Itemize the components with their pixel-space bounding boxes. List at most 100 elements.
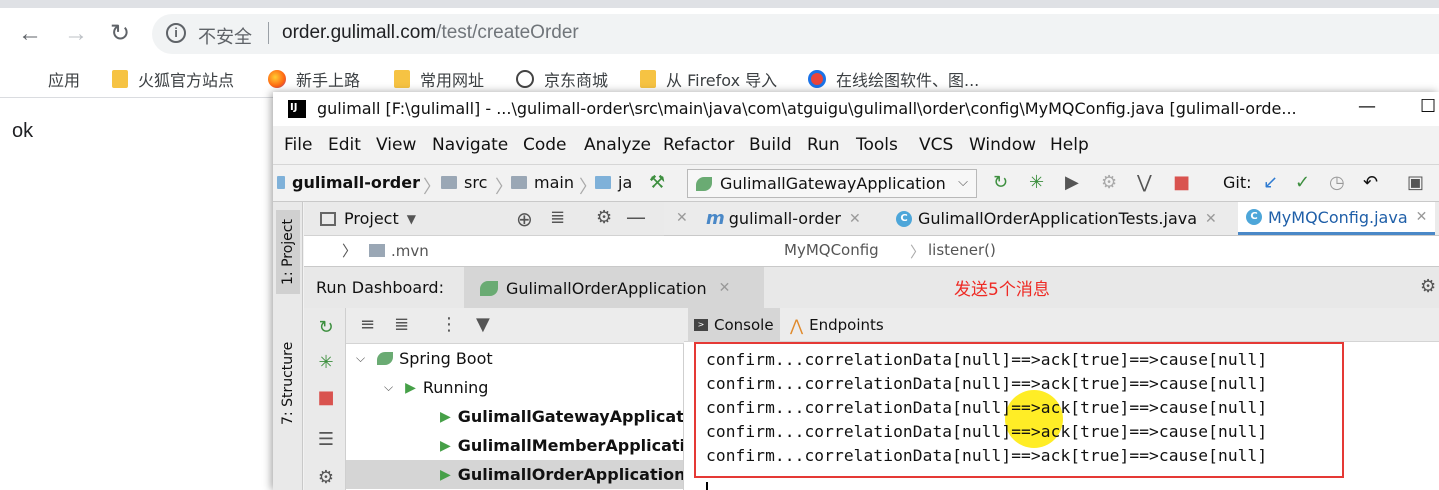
url-host: order.gulimall.com — [282, 22, 437, 43]
bookmark-firefox-import[interactable]: 从 Firefox 导入 — [640, 68, 777, 90]
menu-vcs[interactable]: VCS — [919, 135, 953, 155]
close-icon[interactable]: ✕ — [676, 210, 688, 226]
address-bar[interactable]: i 不安全 order.gulimall.com/test/createOrde… — [152, 14, 1439, 54]
expand-all-icon[interactable]: ≡ — [360, 314, 375, 335]
close-icon[interactable]: ✕ — [719, 280, 731, 296]
tab-endpoints[interactable]: ⋀ Endpoints — [784, 308, 890, 342]
browser-tab-strip — [0, 0, 1439, 8]
gear-icon[interactable]: ⚙ — [1420, 276, 1436, 297]
forward-arrow-icon[interactable]: → — [62, 20, 90, 48]
crumb-class[interactable]: MyMQConfig — [784, 241, 879, 259]
crumb-method[interactable]: listener() — [928, 241, 996, 259]
tab-structure[interactable]: 7: Structure — [276, 328, 300, 438]
tree-node-running[interactable]: ⌵ ▶ Running — [346, 373, 683, 402]
reload-icon[interactable]: ↻ — [106, 20, 134, 48]
url-text[interactable]: order.gulimall.com/test/createOrder — [282, 22, 579, 44]
bookmark-common-sites[interactable]: 常用网址 — [394, 68, 484, 90]
gear-icon[interactable]: ⚙ — [596, 207, 612, 228]
tab-mymqconfig[interactable]: C MyMQConfig.java ✕ — [1238, 202, 1436, 235]
coverage-icon[interactable]: ▶ — [1065, 173, 1079, 193]
git-commit-check-icon[interactable]: ✓ — [1295, 173, 1310, 193]
filter-icon[interactable]: ▼ — [476, 314, 490, 335]
running-play-icon: ▶ — [440, 408, 451, 425]
tree-node-label: GulimallGatewayApplicatio — [457, 407, 684, 426]
window-title: gulimall [F:\gulimall] - ...\gulimall-or… — [317, 99, 1297, 118]
bookmark-label: 从 Firefox 导入 — [666, 71, 778, 90]
close-icon[interactable]: ✕ — [849, 211, 861, 227]
tree-node-spring-boot[interactable]: ⌵ Spring Boot — [346, 344, 683, 373]
git-update-icon[interactable]: ↙ — [1263, 173, 1278, 193]
revert-icon[interactable]: ↶ — [1363, 173, 1378, 193]
bookmark-label: 火狐官方站点 — [138, 71, 235, 90]
project-view-select[interactable]: Project ▼ — [320, 209, 416, 228]
folder-icon — [112, 70, 128, 88]
collapse-all-icon[interactable]: ≣ — [550, 207, 565, 228]
locate-target-icon[interactable]: ⊕ — [516, 207, 533, 231]
rerun-icon[interactable]: ↻ — [316, 318, 336, 338]
debug-bug-icon[interactable]: ✳ — [316, 353, 336, 373]
group-icon[interactable]: ⋮ — [440, 314, 458, 335]
minimize-button[interactable]: — — [1358, 96, 1376, 117]
project-structure-icon[interactable]: ▣ — [1407, 173, 1424, 193]
menu-help[interactable]: Help — [1050, 135, 1089, 155]
attach-icon[interactable]: ⋁ — [1137, 173, 1152, 193]
bookmark-apps[interactable]: 应用 — [20, 68, 80, 90]
bookmark-getting-started[interactable]: 新手上路 — [268, 68, 360, 90]
menu-view[interactable]: View — [376, 135, 416, 155]
build-hammer-icon[interactable]: ⚒ — [649, 173, 665, 193]
collapse-all-icon[interactable]: ≣ — [394, 314, 409, 335]
info-icon[interactable]: i — [166, 23, 186, 43]
menu-window[interactable]: Window — [969, 135, 1036, 155]
tab-gulimall-order-application-tests[interactable]: C GulimallOrderApplicationTests.java ✕ — [888, 202, 1225, 235]
menu-file[interactable]: File — [284, 135, 312, 155]
menu-analyze[interactable]: Analyze — [584, 135, 651, 155]
run-dashboard-tab-label: GulimallOrderApplication — [506, 278, 707, 298]
bookmark-jd[interactable]: 京东商城 — [516, 68, 608, 90]
bookmark-drawio[interactable]: 在线绘图软件、图... — [808, 68, 979, 90]
group-by-icon[interactable]: ☰ — [316, 430, 336, 450]
endpoints-icon: ⋀ — [790, 315, 804, 335]
crumb-main-label: main — [534, 173, 574, 192]
menu-tools[interactable]: Tools — [856, 135, 898, 155]
bookmark-firefox-site[interactable]: 火狐官方站点 — [112, 68, 234, 90]
debug-bug-icon[interactable]: ✳ — [1029, 173, 1044, 193]
profile-icon[interactable]: ⚙ — [1101, 173, 1117, 193]
menu-code[interactable]: Code — [523, 135, 567, 155]
menu-navigate[interactable]: Navigate — [432, 135, 508, 155]
tree-node-order-app[interactable]: ▶ GulimallOrderApplication — [346, 460, 683, 489]
run-dashboard-tab[interactable]: GulimallOrderApplication ✕ — [464, 267, 764, 309]
divider — [268, 22, 269, 44]
settings-icon[interactable]: ⚙ — [316, 468, 336, 488]
apps-grid-icon — [20, 70, 38, 88]
menu-run[interactable]: Run — [807, 135, 840, 155]
editor-breadcrumbs: MyMQConfig 〉 listener() — [664, 236, 1439, 266]
tree-node-gateway-app[interactable]: ▶ GulimallGatewayApplicatio — [346, 402, 684, 431]
crumb-module[interactable]: gulimall-order — [277, 173, 420, 192]
stop-icon[interactable]: ■ — [1173, 173, 1190, 193]
stop-icon[interactable]: ■ — [316, 388, 336, 408]
tab-gulimall-order[interactable]: m gulimall-order ✕ — [698, 202, 869, 235]
history-clock-icon[interactable]: ◷ — [1329, 173, 1345, 193]
menu-refactor[interactable]: Refactor — [663, 135, 734, 155]
hide-panel-icon[interactable]: — — [626, 205, 646, 229]
menu-edit[interactable]: Edit — [328, 135, 361, 155]
back-arrow-icon[interactable]: ← — [16, 20, 44, 48]
console-output[interactable]: confirm...correlationData[null]==>ack[tr… — [684, 342, 1439, 490]
close-icon[interactable]: ✕ — [1416, 209, 1428, 225]
crumb-src[interactable]: src — [441, 173, 487, 192]
maximize-button[interactable]: ☐ — [1420, 96, 1436, 117]
tree-node-member-app[interactable]: ▶ GulimallMemberApplicatio — [346, 431, 683, 460]
menu-build[interactable]: Build — [749, 135, 792, 155]
console-line: confirm...correlationData[null]==>ack[tr… — [706, 398, 1268, 417]
rerun-icon[interactable]: ↻ — [993, 173, 1008, 193]
run-configuration-select[interactable]: GulimallGatewayApplication ⌵ — [687, 169, 977, 198]
tab-project[interactable]: 1: Project — [276, 210, 300, 294]
tab-console[interactable]: > Console — [688, 308, 780, 342]
tree-item-mvn[interactable]: 〉 .mvn — [342, 240, 429, 261]
crumb-main[interactable]: main — [511, 173, 574, 192]
browser-toolbar: ← → ↻ i 不安全 order.gulimall.com/test/crea… — [0, 8, 1439, 60]
crumb-java[interactable]: ja — [595, 173, 632, 192]
close-icon[interactable]: ✕ — [1205, 211, 1217, 227]
console-line: confirm...correlationData[null]==>ack[tr… — [706, 350, 1268, 369]
crumb-src-label: src — [464, 173, 488, 192]
